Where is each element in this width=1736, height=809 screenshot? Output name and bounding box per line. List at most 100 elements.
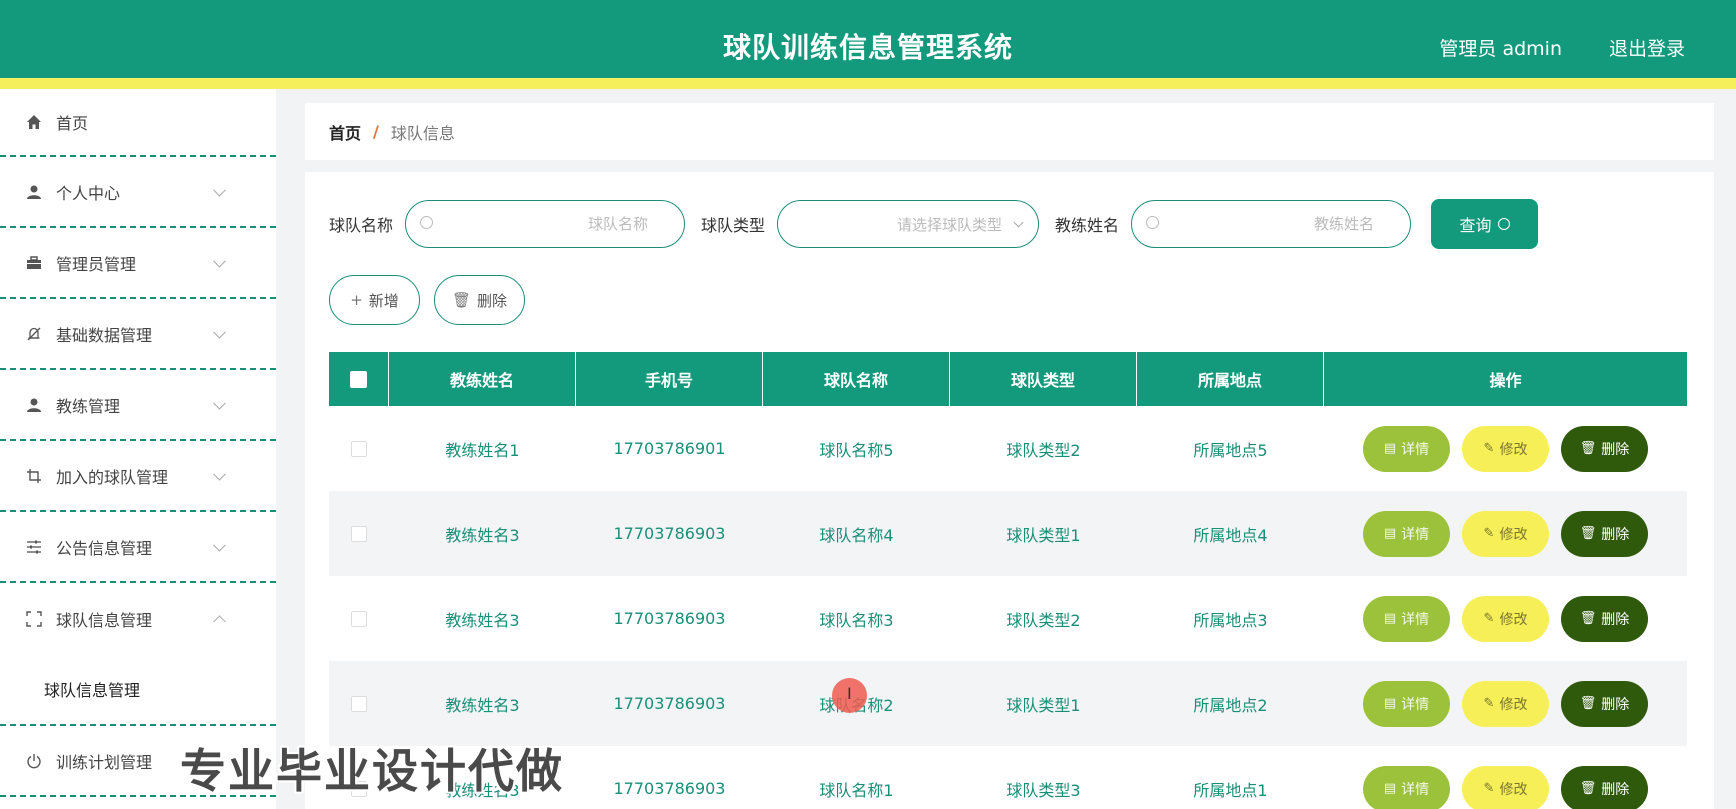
plus-icon: + <box>350 291 363 309</box>
sliders-icon <box>24 537 44 557</box>
crop-icon <box>24 466 44 486</box>
delete-button-label: 删除 <box>1601 696 1630 713</box>
row-select-cell <box>329 406 389 491</box>
row-select-cell <box>329 491 389 576</box>
breadcrumb-home[interactable]: 首页 <box>329 120 361 144</box>
sidebar-item-notices[interactable]: 公告信息管理 <box>0 512 276 583</box>
document-icon: ▤ <box>1383 526 1397 541</box>
pencil-icon: ✎ <box>1483 611 1495 626</box>
batch-delete-label: 删除 <box>477 291 508 310</box>
delete-button[interactable]: 🗑︎ 删除 <box>1561 680 1648 727</box>
row-checkbox[interactable] <box>351 695 367 712</box>
detail-button-label: 详情 <box>1401 441 1430 458</box>
team-name-label: 球队名称 <box>329 216 394 235</box>
team-name-input[interactable] <box>406 201 685 247</box>
team-type-select[interactable]: 请选择球队类型 <box>777 200 1040 248</box>
chevron-down-icon <box>213 183 226 197</box>
sidebar-item-label: 基础数据管理 <box>56 325 153 345</box>
breadcrumb-current: 球队信息 <box>390 123 455 143</box>
detail-button[interactable]: ▤ 详情 <box>1363 765 1450 809</box>
sidebar-item-team-info[interactable]: 球队信息管理 <box>0 583 276 654</box>
breadcrumb: 首页 / 球队信息 <box>305 103 1714 160</box>
cell-team-name: 球队名称5 <box>819 440 894 460</box>
detail-button-label: 详情 <box>1401 611 1430 628</box>
cell-location: 所属地点2 <box>1193 695 1268 715</box>
delete-button[interactable]: 🗑︎ 删除 <box>1561 595 1648 642</box>
user-icon <box>24 182 44 202</box>
query-button[interactable]: 查询 <box>1431 199 1539 249</box>
row-checkbox[interactable] <box>351 440 367 457</box>
edit-button[interactable]: ✎ 修改 <box>1462 425 1549 472</box>
delete-button[interactable]: 🗑︎ 删除 <box>1561 510 1648 557</box>
edit-button[interactable]: ✎ 修改 <box>1462 510 1549 557</box>
cell-phone: 17703786903 <box>613 694 726 713</box>
delete-button[interactable]: 🗑︎ 删除 <box>1561 425 1648 472</box>
sidebar-item-label: 个人中心 <box>56 183 121 203</box>
cell-team-type: 球队类型2 <box>1006 440 1081 460</box>
cell-location: 所属地点1 <box>1193 780 1268 800</box>
cell-actions: ▤ 详情 ✎ 修改 🗑︎ 删除 <box>1324 576 1687 661</box>
cell-phone: 17703786901 <box>613 439 726 458</box>
cell-team-type: 球队类型1 <box>1006 695 1081 715</box>
row-select-cell <box>329 576 389 661</box>
cell-coach-name: 教练姓名3 <box>445 610 520 630</box>
cell-location: 所属地点5 <box>1193 440 1268 460</box>
search-icon <box>1497 218 1510 230</box>
table-row: 教练姓名317703786903球队名称2球队类型1所属地点2▤详情✎修改🗑︎删… <box>329 661 1687 746</box>
search-icon <box>420 216 434 229</box>
cell-team-name: 球队名称4 <box>819 525 894 545</box>
cell-team-type: 球队类型2 <box>1006 610 1081 630</box>
logout-link[interactable]: 退出登录 <box>1609 34 1685 61</box>
main-panel: 球队名称 球队类型 请选择球队类型 教练姓名 查询 + 新增 🗑︎ 删除 <box>305 172 1714 809</box>
cell-coach-name: 教练姓名3 <box>445 525 520 545</box>
sidebar-item-basic-data[interactable]: 基础数据管理 <box>0 299 276 370</box>
sidebar-item-joined-teams[interactable]: 加入的球队管理 <box>0 441 276 512</box>
cell-coach-name: 教练姓名1 <box>445 440 520 460</box>
query-button-label: 查询 <box>1459 216 1492 235</box>
chevron-down-icon <box>1013 217 1024 228</box>
delete-button-label: 删除 <box>1601 526 1630 543</box>
detail-button-label: 详情 <box>1401 526 1430 543</box>
sidebar-item-coach-management[interactable]: 教练管理 <box>0 370 276 441</box>
header-coach-name: 教练姓名 <box>389 352 576 406</box>
trash-icon: 🗑︎ <box>1579 611 1597 626</box>
trash-icon: 🗑︎ <box>1579 696 1597 711</box>
scan-icon <box>24 609 44 629</box>
header-team-name: 球队名称 <box>763 352 950 406</box>
detail-button[interactable]: ▤ 详情 <box>1363 680 1450 727</box>
pencil-icon: ✎ <box>1483 526 1495 541</box>
detail-button[interactable]: ▤ 详情 <box>1363 510 1450 557</box>
sidebar-item-admin-management[interactable]: 管理员管理 <box>0 228 276 299</box>
top-header: 球队训练信息管理系统 管理员 admin 退出登录 <box>0 0 1736 89</box>
sidebar-item-label: 首页 <box>56 114 89 133</box>
cell-team-name: 球队名称3 <box>819 610 894 630</box>
cell-actions: ▤ 详情 ✎ 修改 🗑︎ 删除 <box>1324 661 1687 746</box>
edit-button[interactable]: ✎ 修改 <box>1462 765 1549 809</box>
detail-button[interactable]: ▤ 详情 <box>1363 595 1450 642</box>
row-checkbox[interactable] <box>351 525 367 542</box>
coach-name-field <box>1131 200 1412 248</box>
header-accent-bar <box>0 78 1736 89</box>
cell-team-name: 球队名称1 <box>819 780 894 800</box>
cell-location: 所属地点4 <box>1193 525 1268 545</box>
cell-phone: 17703786903 <box>613 779 726 798</box>
row-checkbox[interactable] <box>351 610 367 627</box>
power-icon <box>24 751 44 771</box>
add-button-label: 新增 <box>368 291 399 310</box>
batch-delete-button[interactable]: 🗑︎ 删除 <box>434 275 525 325</box>
edit-button[interactable]: ✎ 修改 <box>1462 595 1549 642</box>
cell-actions: ▤ 详情 ✎ 修改 🗑︎ 删除 <box>1324 746 1687 809</box>
detail-button[interactable]: ▤ 详情 <box>1363 425 1450 472</box>
sidebar-item-label: 公告信息管理 <box>56 538 153 558</box>
delete-button[interactable]: 🗑︎ 删除 <box>1561 765 1648 809</box>
add-button[interactable]: + 新增 <box>329 275 420 325</box>
coach-name-input[interactable] <box>1132 201 1411 247</box>
document-icon: ▤ <box>1383 611 1397 626</box>
sidebar-item-home[interactable]: 首页 <box>0 89 276 157</box>
delete-button-label: 删除 <box>1601 611 1630 628</box>
sidebar-subitem-team-info-management[interactable]: 球队信息管理 <box>0 654 276 726</box>
watermark-text: 专业毕业设计代做 <box>180 744 564 798</box>
edit-button[interactable]: ✎ 修改 <box>1462 680 1549 727</box>
select-all-checkbox[interactable] <box>350 370 367 388</box>
sidebar-item-personal-center[interactable]: 个人中心 <box>0 157 276 228</box>
